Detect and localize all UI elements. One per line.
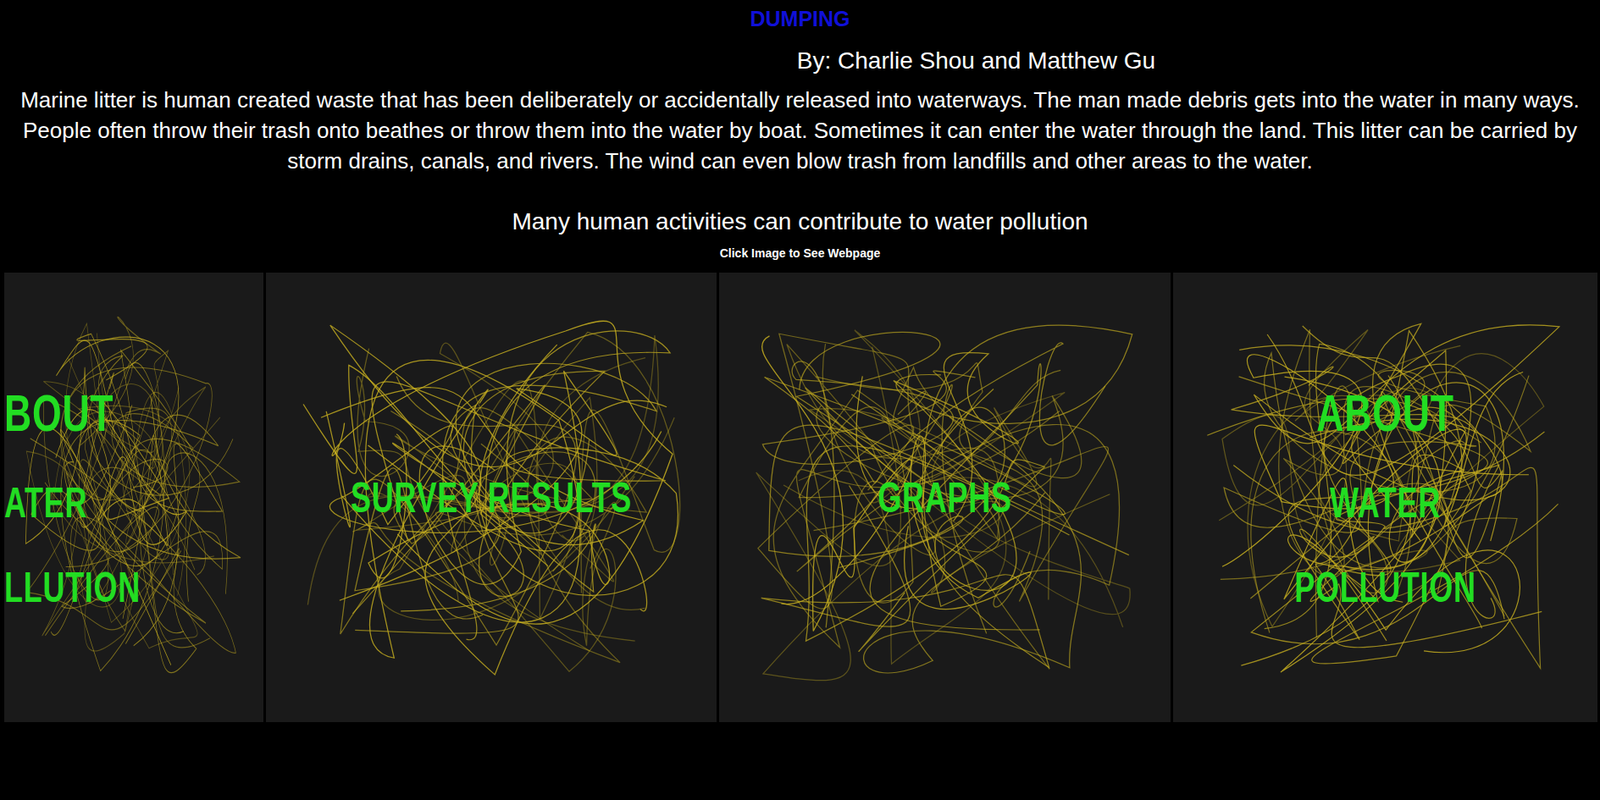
byline: By: Charlie Shou and Matthew Gu: [0, 45, 1600, 77]
panel-label-line: WATER: [1232, 481, 1539, 525]
page-link-image[interactable]: BOUT ATER LLUTION: [4, 272, 264, 723]
panel-label-line: SURVEY RESULTS: [328, 476, 654, 520]
page-link-image[interactable]: ABOUT WATER POLLUTION: [1173, 272, 1598, 723]
panel-label-line: ABOUT: [1232, 387, 1539, 440]
panel-label: SURVEY RESULTS: [265, 272, 717, 723]
image-strip: BOUT ATER LLUTION SURVEY RESULTS GRAPHS ABOUT…: [0, 272, 1600, 723]
panel-label: BOUT ATER LLUTION: [4, 272, 264, 723]
click-hint: Click Image to See Webpage: [0, 245, 1600, 261]
panel-label-line: LLUTION: [4, 566, 191, 609]
panel-label-line: GRAPHS: [782, 476, 1108, 520]
intro-paragraph: Marine litter is human created waste tha…: [3, 84, 1597, 177]
panel-label-line: BOUT: [4, 387, 191, 440]
panel-label: ABOUT WATER POLLUTION: [1173, 272, 1598, 723]
subheading: Many human activities can contribute to …: [0, 206, 1600, 238]
page-link-image[interactable]: SURVEY RESULTS: [265, 272, 717, 723]
page-title: DUMPING: [0, 5, 1600, 33]
panel-label-line: ATER: [4, 481, 191, 525]
panel-label: GRAPHS: [719, 272, 1171, 723]
panel-label-line: POLLUTION: [1232, 566, 1539, 609]
page-link-image[interactable]: GRAPHS: [719, 272, 1171, 723]
